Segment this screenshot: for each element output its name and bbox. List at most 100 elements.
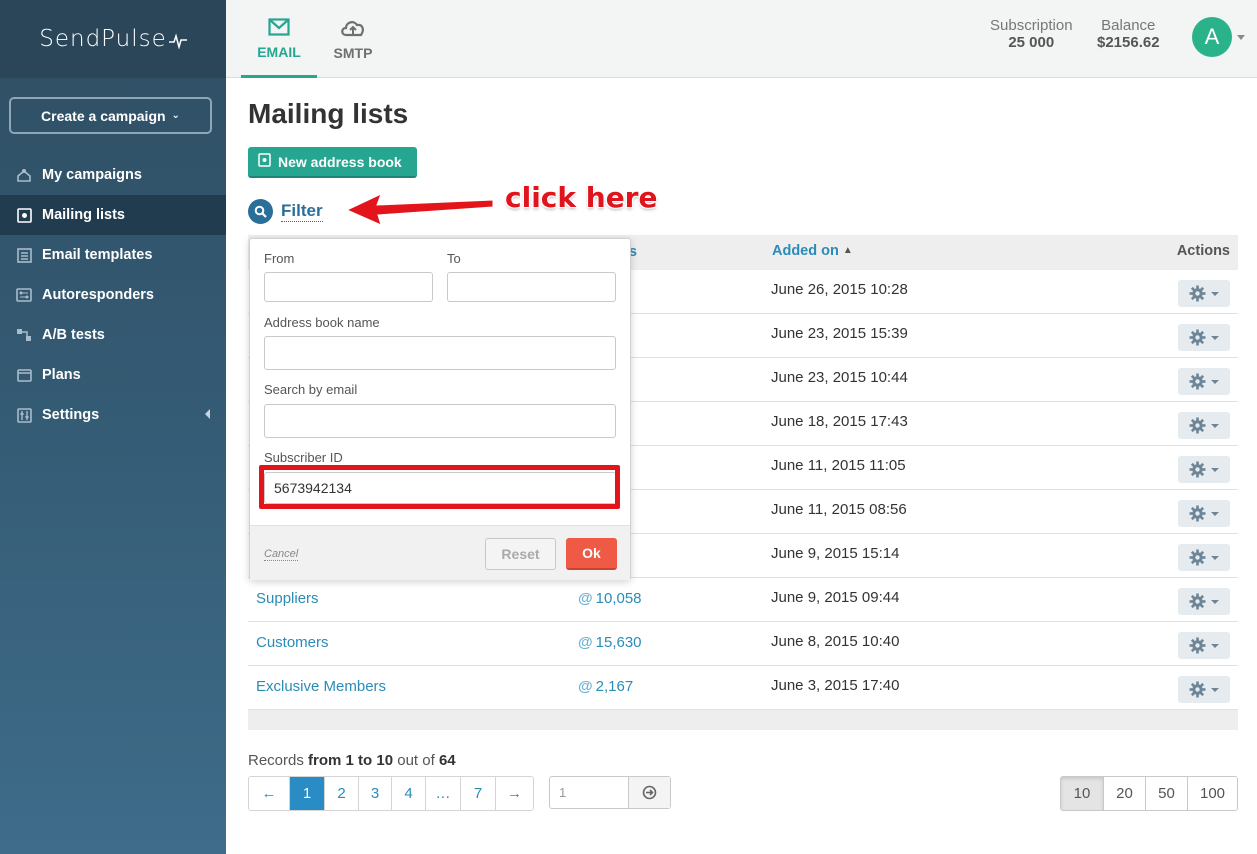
sidebar-item-settings[interactable]: Settings bbox=[0, 395, 226, 435]
column-added-on[interactable]: Added on ▲ bbox=[772, 243, 853, 259]
row-actions-button[interactable] bbox=[1178, 500, 1230, 527]
contacts-count: 15,630 bbox=[595, 634, 642, 651]
page-title: Mailing lists bbox=[248, 98, 409, 129]
goto-page: 1 bbox=[549, 776, 671, 809]
column-actions: Actions bbox=[1176, 243, 1230, 259]
added-on-date: June 23, 2015 10:44 bbox=[771, 369, 908, 386]
sidebar-item-label: Email templates bbox=[42, 247, 153, 263]
filter-toggle[interactable]: Filter bbox=[248, 199, 323, 224]
chevron-down-icon bbox=[1211, 291, 1219, 296]
email-search-input[interactable] bbox=[264, 404, 616, 438]
sidebar: SendPulse Create a campaign ⌄ My campaig… bbox=[0, 0, 226, 854]
row-actions-button[interactable] bbox=[1178, 280, 1230, 307]
page-button[interactable]: 7 bbox=[460, 777, 495, 810]
sidebar-item-my-campaigns[interactable]: My campaigns bbox=[0, 155, 226, 195]
create-campaign-button[interactable]: Create a campaign ⌄ bbox=[9, 97, 212, 134]
templates-icon bbox=[15, 247, 33, 263]
at-sign-icon: @ bbox=[578, 590, 593, 607]
page-button[interactable]: 2 bbox=[324, 777, 358, 810]
logo[interactable]: SendPulse bbox=[39, 26, 187, 52]
at-sign-icon: @ bbox=[578, 678, 593, 695]
filter-label: Filter bbox=[281, 201, 323, 222]
gear-icon bbox=[1189, 549, 1206, 566]
gear-icon bbox=[1189, 593, 1206, 610]
goto-page-input[interactable]: 1 bbox=[550, 777, 629, 808]
sidebar-item-plans[interactable]: Plans bbox=[0, 355, 226, 395]
sidebar-item-ab-tests[interactable]: A/B tests bbox=[0, 315, 226, 355]
row-actions-button[interactable] bbox=[1178, 456, 1230, 483]
cancel-link[interactable]: Cancel bbox=[264, 548, 299, 561]
logo-text: SendPulse bbox=[39, 26, 167, 52]
prev-page-button[interactable]: ← bbox=[249, 777, 289, 810]
page-button[interactable]: 3 bbox=[358, 777, 391, 810]
row-actions-button[interactable] bbox=[1178, 544, 1230, 571]
chevron-down-icon bbox=[1211, 687, 1219, 692]
new-address-book-label: New address book bbox=[278, 153, 402, 170]
email-search-label: Search by email bbox=[264, 382, 358, 397]
row-actions-button[interactable] bbox=[1178, 324, 1230, 351]
row-actions-button[interactable] bbox=[1178, 632, 1230, 659]
contacts-count-link[interactable]: @15,630 bbox=[578, 634, 642, 651]
per-page-option[interactable]: 100 bbox=[1187, 777, 1237, 810]
page-ellipsis: … bbox=[425, 777, 460, 810]
row-actions-button[interactable] bbox=[1178, 412, 1230, 439]
subscription-info[interactable]: Subscription 25 000 bbox=[990, 17, 1073, 51]
chevron-down-icon[interactable] bbox=[1237, 35, 1245, 40]
added-on-date: June 18, 2015 17:43 bbox=[771, 413, 908, 430]
gear-icon bbox=[1189, 285, 1206, 302]
contacts-count: 10,058 bbox=[595, 590, 642, 607]
tab-email[interactable]: EMAIL bbox=[241, 0, 317, 78]
page-button[interactable]: 1 bbox=[289, 777, 324, 810]
new-address-book-button[interactable]: New address book bbox=[248, 147, 417, 178]
tab-email-label: EMAIL bbox=[257, 43, 301, 60]
balance-info[interactable]: Balance $2156.62 bbox=[1097, 17, 1160, 51]
sidebar-item-label: Settings bbox=[42, 407, 100, 423]
contacts-count-link[interactable]: @2,167 bbox=[578, 678, 633, 695]
chevron-down-icon bbox=[1211, 643, 1219, 648]
subscription-label: Subscription bbox=[990, 17, 1073, 34]
address-book-icon bbox=[258, 153, 271, 170]
list-name-link[interactable]: Customers bbox=[256, 634, 329, 651]
wallet-icon bbox=[15, 367, 33, 383]
gear-icon bbox=[1189, 505, 1206, 522]
envelope-icon bbox=[268, 16, 290, 38]
sidebar-item-autoresponders[interactable]: Autoresponders bbox=[0, 275, 226, 315]
ok-button[interactable]: Ok bbox=[566, 538, 617, 570]
chevron-down-icon bbox=[1211, 467, 1219, 472]
sidebar-item-mailing-lists[interactable]: Mailing lists bbox=[0, 195, 226, 235]
row-actions-button[interactable] bbox=[1178, 588, 1230, 615]
chevron-down-icon bbox=[1211, 511, 1219, 516]
list-name-link[interactable]: Suppliers bbox=[256, 590, 319, 607]
per-page-option[interactable]: 20 bbox=[1103, 777, 1145, 810]
reset-button[interactable]: Reset bbox=[485, 538, 556, 570]
sidebar-nav: My campaigns Mailing lists Email templat… bbox=[0, 155, 226, 435]
records-summary: Records from 1 to 10 out of 64 bbox=[248, 752, 456, 769]
per-page-option[interactable]: 50 bbox=[1145, 777, 1187, 810]
added-on-date: June 11, 2015 11:05 bbox=[771, 457, 906, 474]
chevron-down-icon bbox=[1211, 335, 1219, 340]
contacts-count-link[interactable]: @10,058 bbox=[578, 590, 642, 607]
row-actions-button[interactable] bbox=[1178, 368, 1230, 395]
gear-icon bbox=[1189, 417, 1206, 434]
per-page-option[interactable]: 10 bbox=[1061, 777, 1103, 810]
annotation-arrow bbox=[345, 193, 494, 226]
tab-smtp[interactable]: SMTP bbox=[320, 0, 386, 78]
book-name-input[interactable] bbox=[264, 336, 616, 370]
sidebar-item-label: Mailing lists bbox=[42, 207, 125, 223]
chevron-down-icon bbox=[1211, 599, 1219, 604]
sidebar-item-email-templates[interactable]: Email templates bbox=[0, 235, 226, 275]
chevron-down-icon bbox=[1211, 379, 1219, 384]
table-row: Exclusive Members @2,167 June 3, 2015 17:4… bbox=[248, 666, 1238, 710]
page-button[interactable]: 4 bbox=[391, 777, 425, 810]
from-date-input[interactable] bbox=[264, 272, 433, 302]
avatar[interactable]: A bbox=[1192, 17, 1232, 57]
table-footer bbox=[248, 710, 1238, 730]
row-actions-button[interactable] bbox=[1178, 676, 1230, 703]
logo-area: SendPulse bbox=[0, 0, 226, 78]
list-name-link[interactable]: Exclusive Members bbox=[256, 678, 386, 695]
next-page-button[interactable]: → bbox=[495, 777, 533, 810]
added-on-date: June 9, 2015 15:14 bbox=[771, 545, 900, 562]
goto-page-button[interactable] bbox=[629, 777, 670, 808]
to-date-input[interactable] bbox=[447, 272, 616, 302]
chevron-left-icon bbox=[205, 409, 210, 419]
